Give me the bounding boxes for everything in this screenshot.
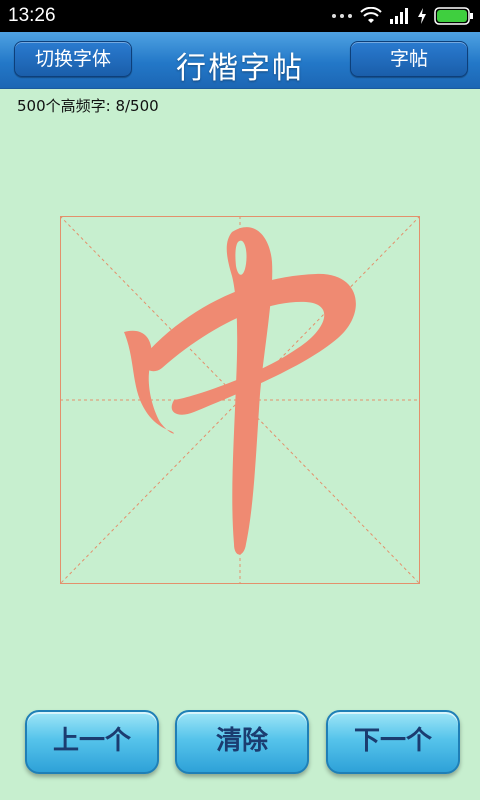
practice-character: 中 (60, 216, 61, 217)
copybook-button[interactable]: 字帖 (350, 41, 468, 77)
status-time: 13:26 (8, 5, 56, 26)
notification-dots-icon (332, 14, 352, 18)
progress-text: 500个高频字: 8/500 (17, 97, 159, 115)
status-icons (332, 6, 474, 26)
next-button[interactable]: 下一个 (326, 710, 460, 774)
battery-icon (434, 7, 473, 25)
wifi-icon (360, 7, 382, 23)
signal-icon (390, 8, 408, 24)
calligraphy-character (124, 227, 356, 555)
clear-button[interactable]: 清除 (175, 710, 309, 774)
charging-icon (418, 8, 426, 24)
writing-grid[interactable]: 中 (60, 216, 420, 584)
previous-button[interactable]: 上一个 (25, 710, 159, 774)
title-bar: 切换字体 行楷字帖 字帖 (0, 32, 480, 89)
status-bar: 13:26 (0, 0, 480, 32)
